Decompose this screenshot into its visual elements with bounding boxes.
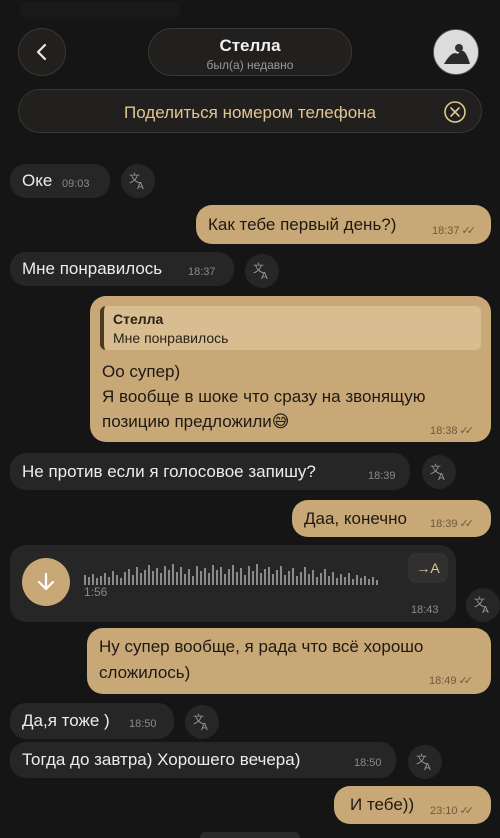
translate-button[interactable]: 文 A xyxy=(408,745,442,779)
message-outgoing[interactable]: Как тебе первый день?) 18:37 ✓✓ xyxy=(196,205,491,244)
message-time: 23:10 ✓✓ xyxy=(430,805,474,817)
message-time: 18:37 ✓✓ xyxy=(432,225,476,237)
back-button[interactable] xyxy=(18,28,66,76)
message-incoming[interactable]: Не против если я голосовое запишу? 18:39 xyxy=(10,453,410,490)
avatar-image xyxy=(434,30,478,74)
message-line: Оо супер) xyxy=(102,362,181,381)
avatar[interactable] xyxy=(433,29,479,75)
message-outgoing-reply[interactable]: Стелла Мне понравилось Оо супер) Я вообщ… xyxy=(90,296,491,442)
message-text: Не против если я голосовое запишу? xyxy=(22,462,316,481)
reply-quote[interactable]: Стелла Мне понравилось xyxy=(100,306,481,350)
voice-duration: 1:56 xyxy=(84,585,108,599)
translate-icon: 文 A xyxy=(253,261,268,281)
translate-icon: 文 A xyxy=(430,462,445,482)
message-outgoing[interactable]: Даа, конечно 18:39 ✓✓ xyxy=(292,500,491,537)
translate-icon: 文 A xyxy=(416,752,431,772)
translate-icon: 文 A xyxy=(474,595,489,615)
background-ghost xyxy=(20,2,180,20)
translate-button[interactable]: 文 A xyxy=(422,455,456,489)
message-incoming[interactable]: Да,я тоже ) 18:50 xyxy=(10,703,174,739)
message-text: Даа, конечно xyxy=(304,509,407,528)
svg-text:A: A xyxy=(438,472,445,482)
message-line: сложилось) xyxy=(99,663,191,682)
message-incoming[interactable]: Мне понравилось 18:37 xyxy=(10,252,234,286)
contact-status: был(а) недавно xyxy=(206,58,294,72)
translate-button[interactable]: 文 A xyxy=(185,705,219,739)
contact-name: Стелла xyxy=(219,36,281,55)
message-time: 18:49 ✓✓ xyxy=(429,675,473,687)
message-time: 18:50 xyxy=(129,718,157,730)
svg-text:A: A xyxy=(261,271,268,281)
message-text: Оке xyxy=(22,171,53,190)
message-time: 18:39 ✓✓ xyxy=(430,518,474,530)
bottom-partial-bar xyxy=(200,832,300,838)
message-line-with-emoji: позицию предложили😅 xyxy=(102,412,290,432)
message-time: 18:37 xyxy=(188,266,216,278)
svg-text:A: A xyxy=(424,762,431,772)
message-time: 09:03 xyxy=(62,178,90,190)
reply-author: Стелла xyxy=(113,311,164,327)
translate-button[interactable]: 文 A xyxy=(466,588,500,622)
message-time: 18:39 xyxy=(368,470,396,482)
message-incoming[interactable]: Оке 09:03 xyxy=(10,164,110,198)
message-line: Я вообще в шоке что сразу на звонящую xyxy=(102,387,426,406)
message-time: 18:50 xyxy=(354,757,382,769)
transcribe-label: →A xyxy=(416,560,440,576)
translate-icon: 文 A xyxy=(129,171,144,191)
translate-button[interactable]: 文 A xyxy=(245,254,279,288)
sweat-smile-emoji: 😅 xyxy=(271,412,290,432)
message-time: 18:38 ✓✓ xyxy=(430,425,474,437)
chevron-left-icon xyxy=(36,43,47,61)
share-phone-label: Поделиться номером телефона xyxy=(123,103,377,122)
transcribe-button[interactable]: →A xyxy=(408,553,448,583)
svg-text:A: A xyxy=(201,722,208,732)
message-text: Как тебе первый день?) xyxy=(208,215,397,234)
chat-title[interactable]: Стелла был(а) недавно xyxy=(148,28,352,76)
message-incoming[interactable]: Тогда до завтра) Хорошего вечера) 18:50 xyxy=(10,742,396,778)
share-phone-banner[interactable]: Поделиться номером телефона xyxy=(18,89,482,133)
message-time: 18:43 xyxy=(411,604,439,616)
voice-message[interactable]: 1:56 →A 18:43 xyxy=(10,545,456,622)
reply-text: Мне понравилось xyxy=(113,330,229,346)
svg-text:A: A xyxy=(137,181,144,191)
translate-icon: 文 A xyxy=(193,712,208,732)
message-outgoing[interactable]: Ну супер вообще, я рада что всё хорошо с… xyxy=(87,628,491,694)
message-outgoing[interactable]: И тебе)) 23:10 ✓✓ xyxy=(334,786,491,824)
message-text: Тогда до завтра) Хорошего вечера) xyxy=(22,750,301,769)
message-text: Мне понравилось xyxy=(22,259,163,278)
download-arrow-icon xyxy=(37,572,55,591)
translate-button[interactable]: 文 A xyxy=(121,164,155,198)
message-text: И тебе)) xyxy=(350,795,415,814)
close-icon[interactable] xyxy=(443,100,467,124)
waveform[interactable] xyxy=(84,561,384,585)
svg-text:A: A xyxy=(482,605,489,615)
message-line: Ну супер вообще, я рада что всё хорошо xyxy=(99,637,424,656)
message-text: Да,я тоже ) xyxy=(22,711,110,730)
download-button[interactable] xyxy=(22,558,70,606)
